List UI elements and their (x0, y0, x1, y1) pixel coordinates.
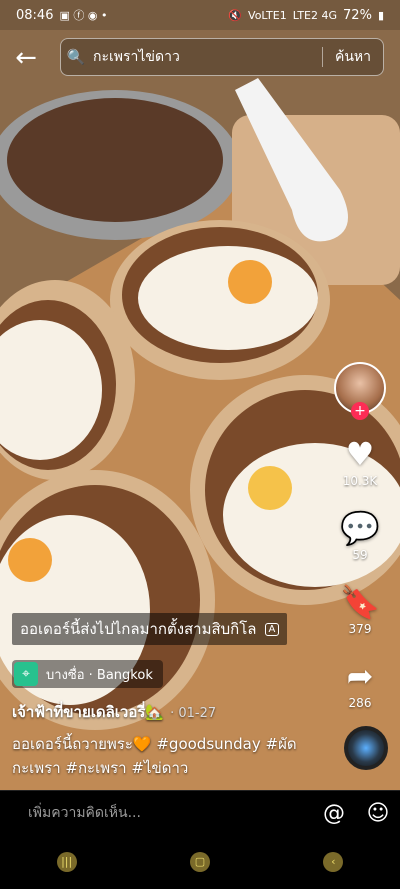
bookmark-icon[interactable]: 🔖 (340, 584, 380, 620)
caption-overlay: ออเดอร์นี้ส่งไปไกลมากตั้งสามสิบกิโล A (12, 613, 288, 645)
video-screen: 08:46 ▣ ⓕ ◉ • 🔇 VoLTE1 LTE2 4G 72% ▮ ← 🔍… (0, 0, 400, 889)
battery-percent: 72% (343, 7, 372, 23)
post-description: ออเดอร์นี้ถวายพระ🧡 #goodsunday #ผัดกะเพร… (12, 735, 297, 777)
system-nav-bar: ||| ▢ ‹ (0, 834, 400, 889)
battery-icon: ▮ (377, 8, 384, 22)
post-date: · 01-27 (170, 706, 217, 721)
top-bar: ← 🔍 ค้นหา (0, 36, 400, 80)
caption-text: ออเดอร์นี้ส่งไปไกลมากตั้งสามสิบกิโล (20, 620, 257, 638)
music-disc-icon[interactable] (344, 726, 388, 770)
search-input[interactable] (91, 48, 322, 66)
save-action[interactable]: 🔖 379 (340, 584, 380, 636)
share-action[interactable]: ➦ 286 (347, 658, 374, 710)
emoji-icon[interactable]: ☺ (356, 801, 400, 826)
location-tag[interactable]: ⌖ บางซื่อ · Bangkok (12, 660, 163, 688)
status-bar: 08:46 ▣ ⓕ ◉ • 🔇 VoLTE1 LTE2 4G 72% ▮ (0, 0, 400, 30)
avatar[interactable]: + (334, 362, 386, 420)
network-1-label: VoLTE1 (248, 8, 287, 22)
search-box[interactable]: 🔍 ค้นหา (60, 38, 384, 76)
like-action[interactable]: ♥ 10.3K (343, 436, 378, 488)
notification-icons: ▣ ⓕ ◉ • (59, 9, 108, 22)
location-pin-icon: ⌖ (14, 662, 38, 686)
like-count: 10.3K (342, 474, 378, 488)
author-line[interactable]: เจ้าฟ้าที่ขายเดลิเวอรี่🏡 · 01-27 (12, 700, 216, 724)
save-count: 379 (348, 622, 372, 636)
mute-icon: 🔇 (228, 8, 243, 22)
comment-input[interactable]: เพิ่มความคิดเห็น... (0, 802, 312, 824)
network-2-label: LTE2 4G (292, 8, 338, 22)
comment-action[interactable]: 💬 59 (340, 510, 380, 562)
auto-caption-icon[interactable]: A (264, 622, 280, 636)
search-icon: 🔍 (66, 48, 86, 66)
comment-count: 59 (352, 548, 368, 562)
follow-plus-icon[interactable]: + (351, 402, 369, 420)
mention-icon[interactable]: @ (312, 801, 356, 826)
comment-bar: เพิ่มความคิดเห็น... @ ☺ (0, 790, 400, 835)
location-label: บางซื่อ · Bangkok (46, 667, 153, 683)
home-button[interactable]: ▢ (189, 851, 210, 872)
recents-button[interactable]: ||| (56, 851, 77, 872)
action-rail: + ♥ 10.3K 💬 59 🔖 379 ➦ 286 (326, 362, 394, 710)
share-count: 286 (348, 696, 372, 710)
comment-bubble-icon[interactable]: 💬 (340, 510, 380, 546)
back-arrow-icon[interactable]: ← (0, 36, 52, 80)
back-nav-button[interactable]: ‹ (323, 851, 344, 872)
search-button[interactable]: ค้นหา (323, 46, 383, 68)
share-arrow-icon[interactable]: ➦ (347, 658, 374, 694)
author-name[interactable]: เจ้าฟ้าที่ขายเดลิเวอรี่🏡 (12, 703, 164, 721)
heart-icon[interactable]: ♥ (346, 436, 375, 472)
status-time: 08:46 (16, 7, 54, 23)
